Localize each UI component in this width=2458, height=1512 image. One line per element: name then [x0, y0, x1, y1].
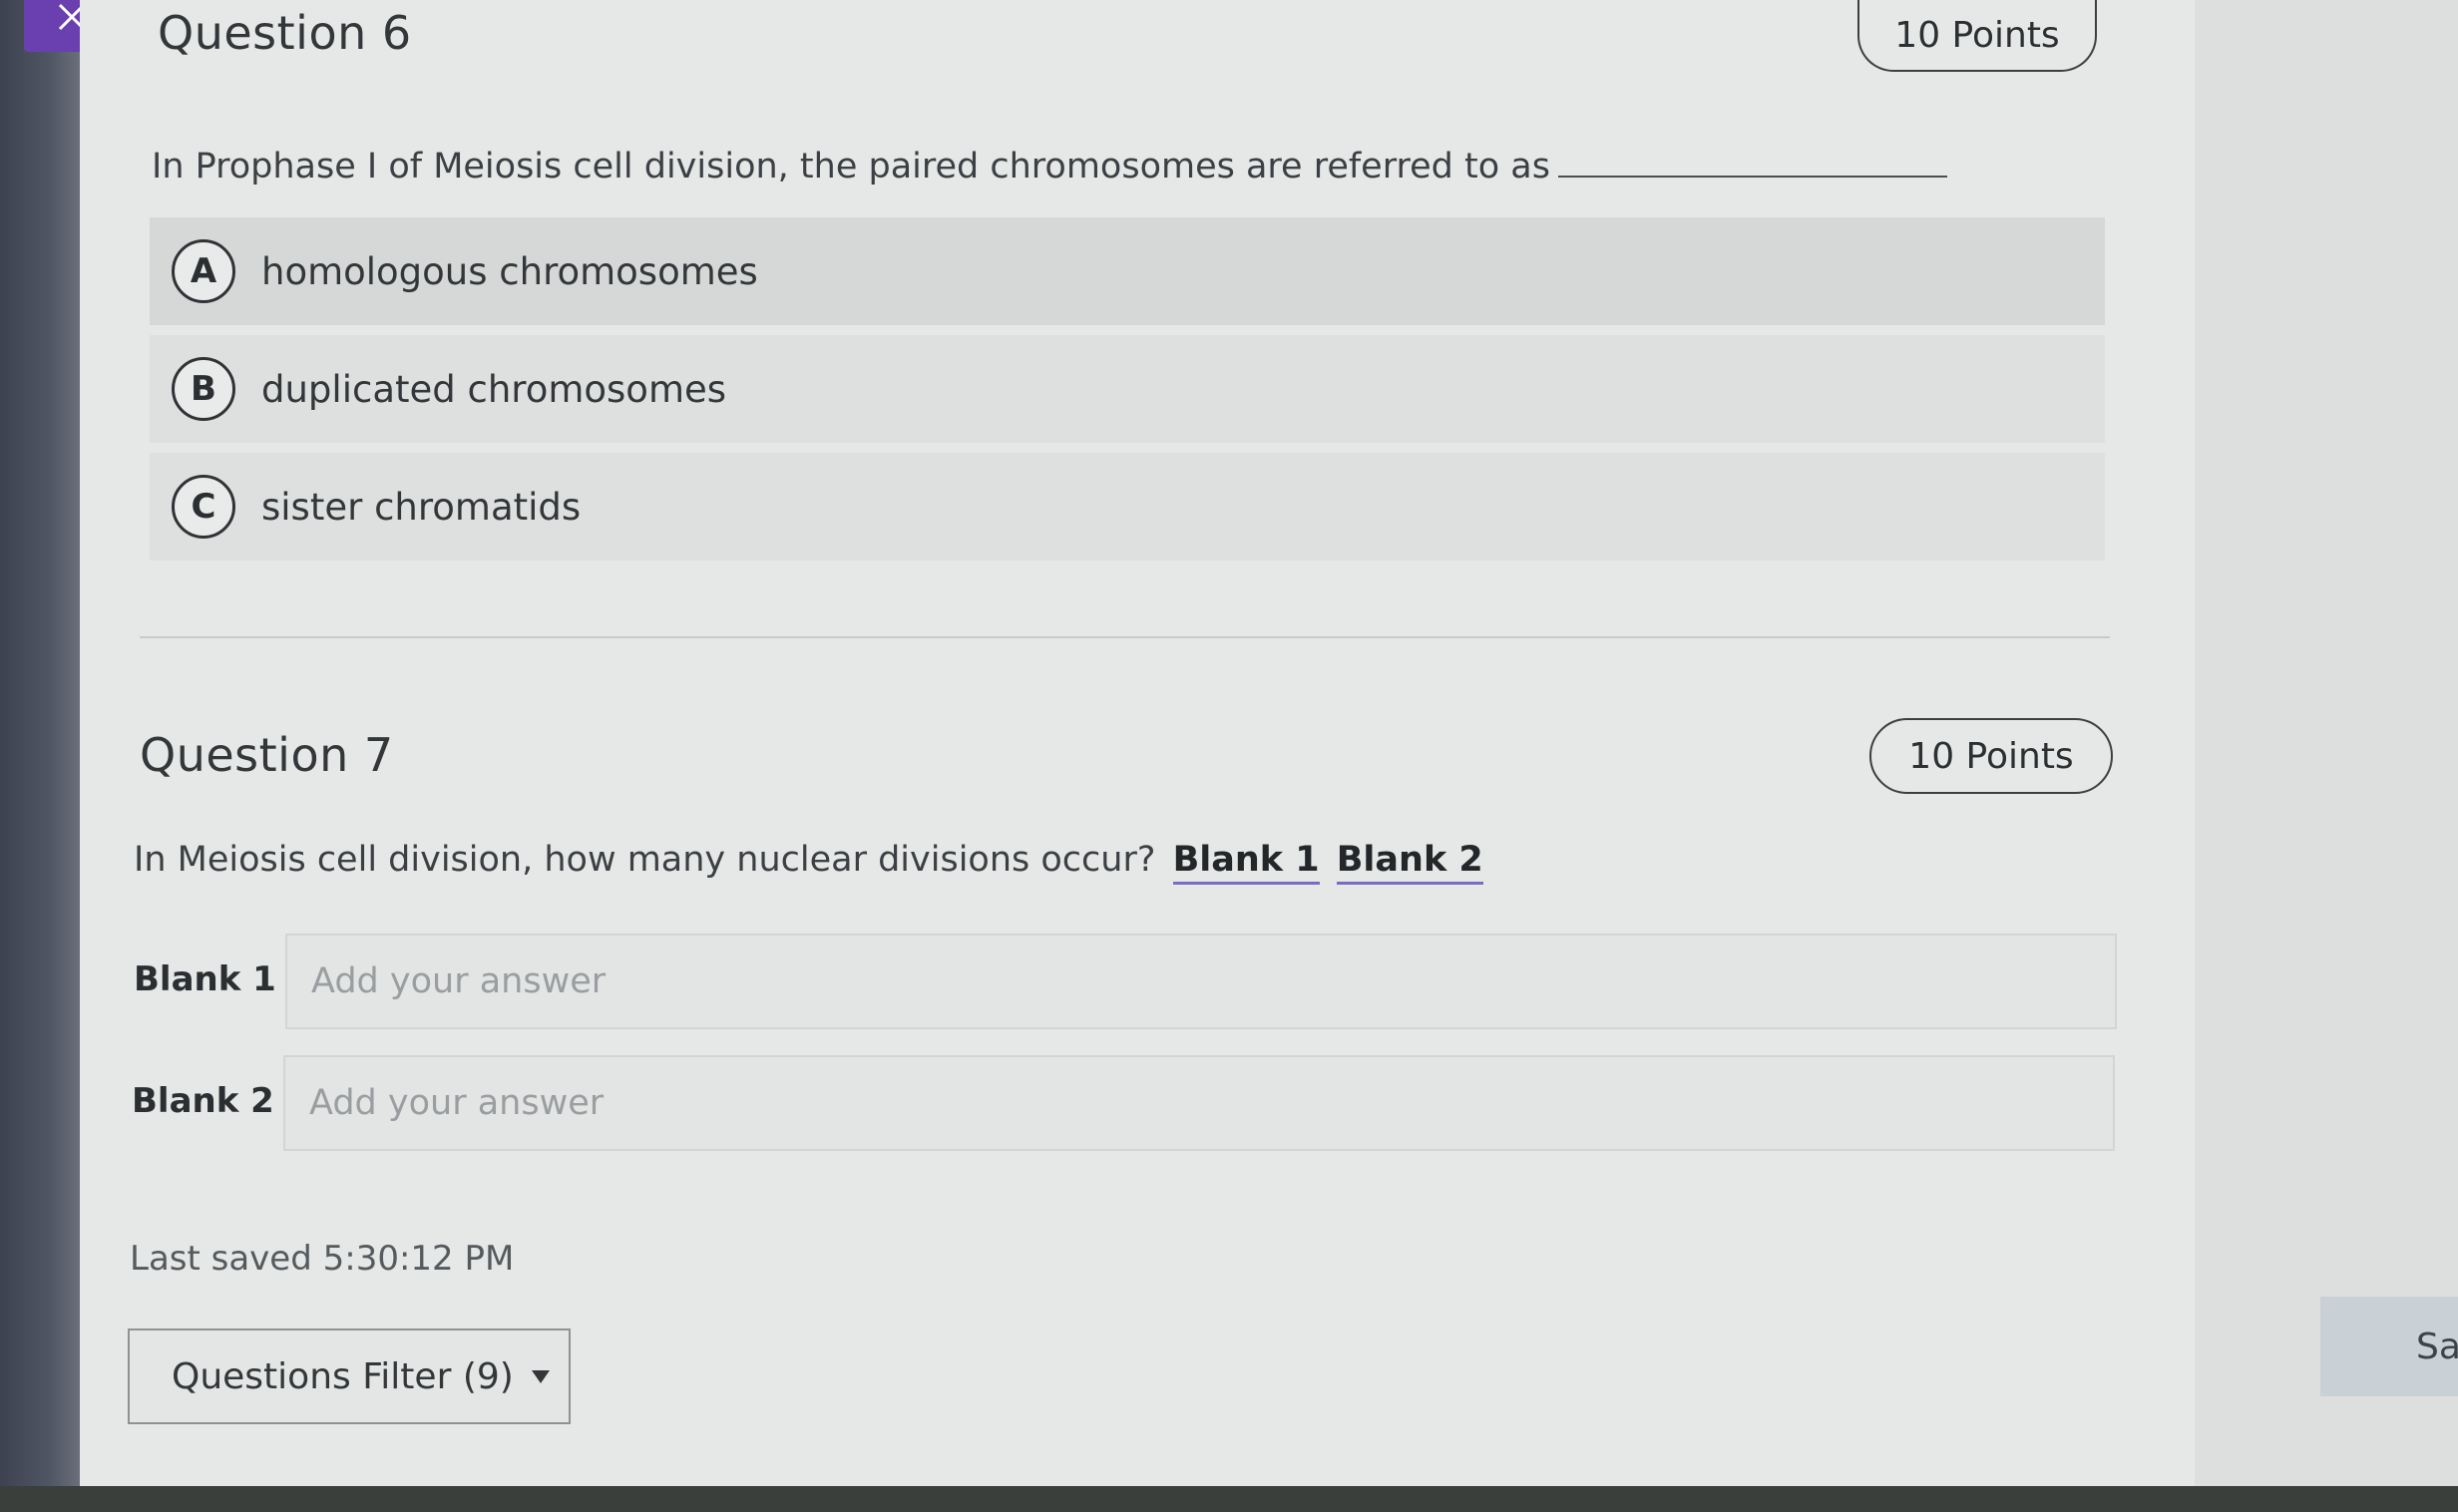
- question-7-prompt: In Meiosis cell division, how many nucle…: [134, 840, 1483, 885]
- question-6-title: Question 6: [158, 6, 412, 60]
- option-b-letter: B: [172, 357, 235, 421]
- left-rail: [0, 0, 80, 1512]
- blank-2-link[interactable]: Blank 2: [1336, 840, 1483, 885]
- blank-2-label: Blank 2: [132, 1081, 274, 1121]
- option-a-letter: A: [172, 239, 235, 303]
- blank-1-link[interactable]: Blank 1: [1172, 840, 1320, 885]
- questions-filter-button[interactable]: Questions Filter (9): [128, 1328, 571, 1424]
- option-c-label: sister chromatids: [261, 485, 582, 529]
- question-divider: [140, 636, 2110, 638]
- blank-1-input[interactable]: [285, 934, 2117, 1029]
- question-6-prompt: In Prophase I of Meiosis cell division, …: [152, 146, 1947, 187]
- questions-filter-label: Questions Filter (9): [172, 1355, 514, 1397]
- save-button-label: Sa: [2416, 1325, 2458, 1367]
- fill-in-blank-line: [1557, 146, 1947, 178]
- bottom-edge: [0, 1486, 2458, 1512]
- blank-1-label: Blank 1: [134, 959, 276, 999]
- option-c-letter: C: [172, 475, 235, 539]
- option-b-label: duplicated chromosomes: [261, 367, 727, 411]
- question-6-prompt-text: In Prophase I of Meiosis cell division, …: [152, 147, 1550, 187]
- option-b[interactable]: B duplicated chromosomes: [150, 335, 2105, 443]
- option-c[interactable]: C sister chromatids: [150, 453, 2105, 561]
- question-7-points-badge: 10 Points: [1869, 718, 2113, 794]
- question-7-title: Question 7: [140, 728, 394, 782]
- right-panel: [2195, 0, 2458, 1486]
- caret-down-icon: [531, 1369, 550, 1383]
- option-a[interactable]: A homologous chromosomes: [150, 217, 2105, 325]
- question-7-prompt-text: In Meiosis cell division, how many nucle…: [134, 840, 1156, 880]
- option-a-label: homologous chromosomes: [261, 249, 758, 293]
- last-saved-status: Last saved 5:30:12 PM: [130, 1239, 515, 1279]
- blank-2-input[interactable]: [283, 1055, 2115, 1151]
- question-6-points-badge: 10 Points: [1857, 0, 2097, 72]
- save-button[interactable]: Sa: [2320, 1297, 2458, 1396]
